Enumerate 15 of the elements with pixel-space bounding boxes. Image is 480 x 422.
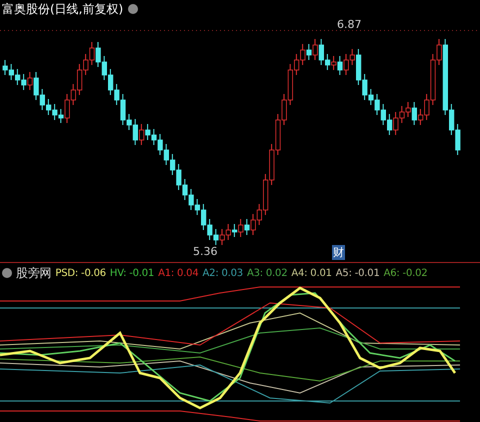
indicator-name: 股旁网 [16, 264, 52, 282]
indicator-value: A2: 0.03 [202, 268, 243, 278]
indicator-value: HV: -0.01 [110, 268, 154, 278]
indicator-value: A3: 0.02 [246, 268, 288, 278]
dropdown-icon[interactable] [2, 268, 12, 278]
price-label: 6.87 [337, 18, 362, 31]
event-marker[interactable]: 财 [332, 245, 345, 260]
indicator-value: A4: 0.01 [291, 268, 332, 278]
price-label: 5.36 [193, 245, 218, 258]
dropdown-icon[interactable] [128, 4, 138, 14]
chart-title: 富奥股份(日线,前复权) [2, 1, 124, 18]
indicator-value: A5: -0.01 [336, 268, 380, 278]
indicator-value: A6: -0.02 [384, 268, 428, 278]
indicator-value: A1: 0.04 [158, 268, 199, 278]
indicator-value: PSD: -0.06 [55, 268, 106, 278]
